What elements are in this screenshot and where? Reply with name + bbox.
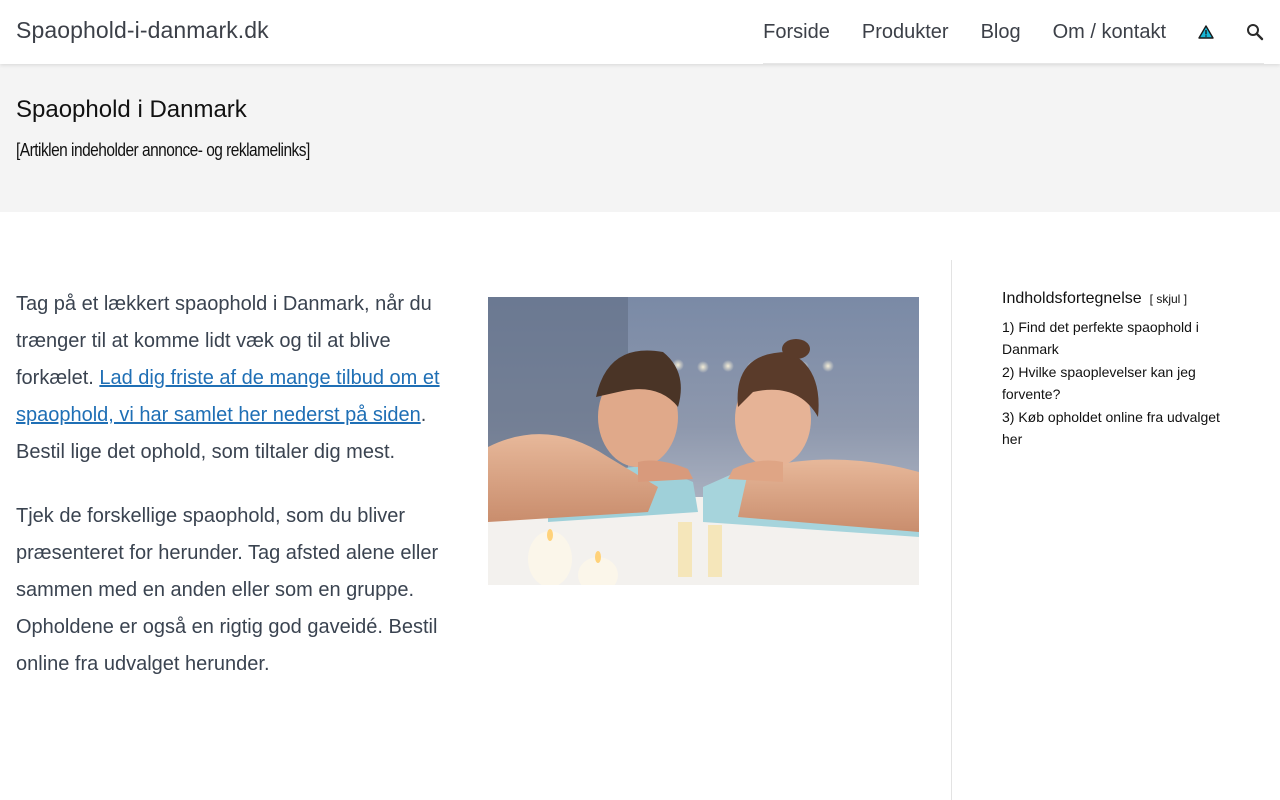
toc-item-link[interactable]: Find det perfekte spaophold i Danmark bbox=[1002, 319, 1199, 357]
toc-list: 1) Find det perfekte spaophold i Danmark… bbox=[1002, 316, 1242, 450]
search-icon[interactable] bbox=[1246, 23, 1264, 41]
nav-item-om-kontakt[interactable]: Om / kontakt bbox=[1053, 0, 1166, 64]
toc-title: Indholdsfortegnelse bbox=[1002, 290, 1142, 307]
nav-item-forside[interactable]: Forside bbox=[763, 0, 830, 64]
table-of-contents: Indholdsfortegnelse [ skjul ] 1) Find de… bbox=[1002, 290, 1242, 451]
article-body: Tag på et lækkert spaophold i Danmark, n… bbox=[16, 286, 451, 710]
toc-toggle: [ skjul ] bbox=[1150, 292, 1187, 306]
nav-item-blog[interactable]: Blog bbox=[981, 0, 1021, 64]
toc-toggle-open-bracket: [ bbox=[1149, 292, 1153, 306]
second-paragraph: Tjek de forskellige spaophold, som du bl… bbox=[16, 505, 439, 675]
toc-item-number: 1) bbox=[1002, 319, 1015, 335]
toc-item-number: 2) bbox=[1002, 364, 1015, 380]
toc-header: Indholdsfortegnelse [ skjul ] bbox=[1002, 290, 1242, 308]
sidebar-divider bbox=[951, 260, 952, 800]
intro-paragraph: Tag på et lækkert spaophold i Danmark, n… bbox=[16, 286, 451, 471]
site-brand-link[interactable]: Spaophold-i-danmark.dk bbox=[16, 17, 269, 44]
page-title: Spaophold i Danmark bbox=[16, 96, 247, 123]
toc-item: 1) Find det perfekte spaophold i Danmark bbox=[1002, 316, 1242, 360]
main-nav: Forside Produkter Blog Om / kontakt bbox=[763, 0, 1264, 64]
toc-item: 2) Hvilke spaoplevelser kan jeg forvente… bbox=[1002, 361, 1242, 405]
nav-item-produkter[interactable]: Produkter bbox=[862, 0, 949, 64]
page-hero: Spaophold i Danmark [Artiklen indeholder… bbox=[0, 64, 1280, 212]
toc-toggle-close-bracket: ] bbox=[1183, 292, 1188, 306]
ad-disclaimer: [Artiklen indeholder annonce- og reklame… bbox=[16, 140, 310, 160]
toc-item: 3) Køb opholdet online fra udvalget her bbox=[1002, 406, 1242, 450]
toc-item-link[interactable]: Køb opholdet online fra udvalget her bbox=[1002, 409, 1220, 447]
toc-hide-link[interactable]: skjul bbox=[1156, 292, 1180, 306]
warning-triangle-icon[interactable] bbox=[1198, 24, 1214, 39]
toc-item-link[interactable]: Hvilke spaoplevelser kan jeg forvente? bbox=[1002, 364, 1196, 402]
spa-couple-photo bbox=[488, 297, 919, 585]
toc-item-number: 3) bbox=[1002, 409, 1015, 425]
site-header: Spaophold-i-danmark.dk Forside Produkter… bbox=[0, 0, 1280, 64]
